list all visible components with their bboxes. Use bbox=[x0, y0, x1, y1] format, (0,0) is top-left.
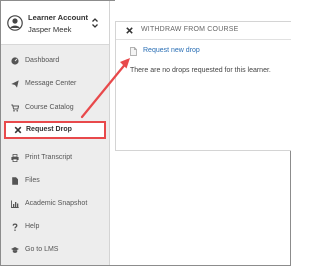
sidebar-item-help[interactable]: Help bbox=[1, 219, 109, 237]
panel-top-spacer bbox=[115, 0, 291, 21]
sidebar-item-files[interactable]: Files bbox=[1, 173, 109, 191]
sidebar-item-label: Help bbox=[25, 223, 40, 230]
panel-header: WITHDRAW FROM COURSE bbox=[116, 22, 291, 40]
question-icon bbox=[12, 223, 18, 231]
sidebar-item-label: Academic Snapshot bbox=[25, 200, 88, 207]
sidebar-item-dashboard[interactable]: Dashboard bbox=[1, 53, 109, 71]
send-icon bbox=[11, 80, 19, 88]
sidebar-item-academic-snapshot[interactable]: Academic Snapshot bbox=[1, 196, 109, 214]
print-icon bbox=[11, 154, 19, 162]
file-icon bbox=[12, 177, 18, 185]
sidebar-item-label: Print Transcript bbox=[25, 154, 73, 161]
sidebar-item-course-catalog[interactable]: Course Catalog bbox=[1, 100, 109, 118]
close-icon bbox=[14, 126, 22, 134]
empty-drops-message: There are no drops requested for this le… bbox=[130, 67, 271, 74]
close-icon[interactable] bbox=[126, 27, 133, 34]
sidebar-item-print-transcript[interactable]: Print Transcript bbox=[1, 150, 109, 168]
sidebar-item-go-to-lms[interactable]: Go to LMS bbox=[1, 242, 109, 260]
document-icon bbox=[130, 47, 137, 56]
cart-icon bbox=[11, 104, 19, 112]
bar-chart-icon bbox=[11, 200, 19, 208]
account-user-name: Jasper Meek bbox=[28, 25, 72, 34]
sidebar-item-label: Request Drop bbox=[26, 126, 72, 133]
sidebar-item-message-center[interactable]: Message Center bbox=[1, 76, 109, 94]
graduation-cap-icon bbox=[11, 247, 19, 253]
sidebar-item-label: Files bbox=[25, 177, 40, 184]
dashboard-icon bbox=[11, 57, 19, 65]
sidebar-item-label: Message Center bbox=[25, 80, 77, 87]
sidebar-item-request-drop[interactable]: Request Drop bbox=[4, 121, 106, 139]
withdraw-panel: WITHDRAW FROM COURSE Request new drop Th… bbox=[115, 21, 291, 151]
sidebar: Learner Account Jasper Meek Dashboard Me… bbox=[1, 1, 110, 265]
account-title: Learner Account bbox=[28, 13, 89, 22]
sidebar-item-label: Dashboard bbox=[25, 57, 60, 64]
user-avatar-icon bbox=[7, 15, 23, 31]
chevron-up-down-icon[interactable] bbox=[91, 17, 99, 29]
request-new-drop-label: Request new drop bbox=[143, 47, 200, 54]
sidebar-item-label: Go to LMS bbox=[25, 246, 59, 253]
panel-title: WITHDRAW FROM COURSE bbox=[141, 26, 239, 33]
sidebar-item-label: Course Catalog bbox=[25, 104, 74, 111]
account-switcher[interactable]: Learner Account Jasper Meek bbox=[1, 1, 109, 45]
